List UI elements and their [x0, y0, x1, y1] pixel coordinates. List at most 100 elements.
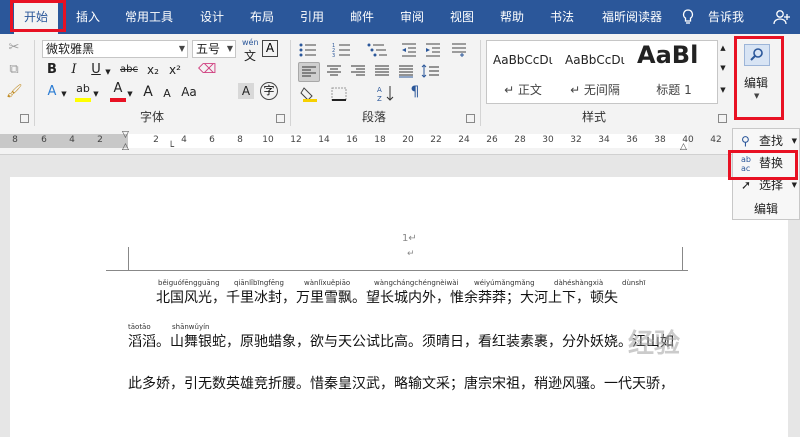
format-painter-icon[interactable]: 🖌	[6, 84, 23, 100]
document-line: 此多娇，引无数英雄竞折腰。惜秦皇汉武，略输文采；唐宗宋祖，稍逊风骚。一代天骄，	[128, 376, 674, 392]
group-separator	[290, 40, 291, 126]
shading-icon[interactable]	[300, 86, 322, 102]
justify-button[interactable]	[372, 62, 394, 82]
decrease-indent-icon[interactable]	[400, 42, 418, 58]
tab-foxit-reader[interactable]: 福昕阅读器	[594, 0, 670, 34]
menu-item-label: 替换	[759, 156, 784, 170]
highlight-color-bar	[75, 98, 91, 102]
sort-icon[interactable]: AZ	[376, 84, 398, 103]
phonetic-guide-button[interactable]: wén 文	[240, 38, 260, 63]
ribbon: ✂ ⧉ 🖌 微软雅黑 ▼ 五号 ▼ wén 文 A B I U ▼ abc x₂ x…	[0, 34, 800, 131]
distributed-button[interactable]	[396, 62, 418, 82]
tab-stop-marker[interactable]: └	[168, 142, 174, 153]
tab-home[interactable]: 开始	[14, 0, 58, 34]
font-color-bar	[110, 98, 126, 102]
tab-common-tools[interactable]: 常用工具	[118, 0, 180, 34]
borders-icon[interactable]	[330, 86, 352, 102]
chevron-down-icon[interactable]: ▼	[104, 64, 112, 80]
styles-dialog-launcher-icon[interactable]	[718, 114, 727, 123]
character-border-button[interactable]: A	[262, 40, 278, 57]
style-name-text: ↵ 无间隔	[570, 83, 620, 97]
italic-button[interactable]: I	[66, 62, 82, 78]
change-case-button[interactable]: Aa	[178, 84, 200, 100]
edit-dropdown-menu: ⚲ 查找 ▼ ab ac 替换 ➚ 选择 ▼ 编辑	[732, 128, 800, 220]
first-line-indent-marker[interactable]: ▽	[122, 130, 129, 140]
style-heading-1[interactable]: AaBl 标题 1	[631, 41, 717, 103]
right-indent-marker[interactable]: △	[680, 142, 687, 152]
line-spacing-icon[interactable]	[420, 62, 442, 82]
subscript-button[interactable]: x₂	[144, 62, 162, 78]
chevron-up-icon[interactable]: ▲	[718, 40, 728, 56]
menu-item-select[interactable]: ➚ 选择 ▼	[733, 175, 799, 195]
font-family-select[interactable]: 微软雅黑 ▼	[42, 40, 188, 58]
tab-view[interactable]: 视图	[440, 0, 484, 34]
gallery-expand-icon[interactable]: ▼	[718, 82, 728, 98]
paragraph-dialog-launcher-icon[interactable]	[466, 114, 475, 123]
font-dialog-launcher-icon[interactable]	[276, 114, 285, 123]
style-normal[interactable]: AaBbCcDι ↵ 正文	[487, 41, 559, 103]
font-color-button[interactable]: A	[110, 81, 126, 97]
menu-item-label: 查找	[759, 134, 784, 148]
cut-icon[interactable]: ✂	[6, 40, 22, 56]
document-page[interactable]: 1↵ ↵ běiguófēngguāng qiānlǐbīngfēng wànl…	[10, 177, 788, 437]
ruler-number: 32	[570, 135, 582, 145]
style-no-spacing[interactable]: AaBbCcDι ↵ 无间隔	[559, 41, 631, 103]
superscript-button[interactable]: x²	[166, 62, 184, 78]
chevron-down-icon[interactable]: ▼	[60, 86, 68, 102]
multilevel-list-icon[interactable]	[366, 42, 388, 58]
increase-indent-icon[interactable]	[424, 42, 442, 58]
clear-formatting-icon[interactable]: ⌫	[198, 62, 216, 78]
strikethrough-button[interactable]: abc	[118, 62, 140, 78]
tab-review[interactable]: 审阅	[390, 0, 434, 34]
ruler-number: 36	[626, 135, 638, 145]
tab-design[interactable]: 设计	[190, 0, 234, 34]
edit-menu-footer: 编辑	[753, 202, 778, 216]
shrink-font-button[interactable]: A	[160, 86, 174, 102]
ruby-annotation: běiguófēngguāng	[158, 279, 220, 287]
bold-button[interactable]: B	[44, 62, 60, 78]
svg-text:3: 3	[332, 53, 335, 58]
tab-insert[interactable]: 插入	[66, 0, 110, 34]
enclose-characters-button[interactable]: 字	[260, 82, 278, 100]
hanging-indent-marker[interactable]: △	[122, 142, 129, 152]
tab-references[interactable]: 引用	[290, 0, 334, 34]
tell-me-search[interactable]: 告诉我	[702, 0, 750, 34]
align-left-button[interactable]	[298, 62, 320, 82]
style-preview-text: AaBbCcDι	[565, 53, 625, 67]
ruler-number: 12	[290, 135, 302, 145]
tab-layout[interactable]: 布局	[240, 0, 284, 34]
chevron-down-icon[interactable]: ▼	[126, 86, 134, 102]
copy-icon[interactable]: ⧉	[6, 62, 22, 78]
ruler-number: 24	[458, 135, 470, 145]
tab-help[interactable]: 帮助	[490, 0, 534, 34]
edit-button[interactable]: 编辑 ▼	[738, 38, 780, 116]
ruler-number: 42	[710, 135, 722, 145]
tab-mailings[interactable]: 邮件	[340, 0, 384, 34]
align-center-button[interactable]	[324, 62, 346, 82]
chevron-down-icon[interactable]: ▼	[92, 86, 100, 102]
underline-button[interactable]: U	[88, 62, 104, 78]
document-area: 1↵ ↵ běiguófēngguāng qiānlǐbīngfēng wànl…	[0, 155, 800, 437]
text-effects-button[interactable]: A	[44, 84, 60, 100]
horizontal-ruler[interactable]: 8 6 4 2 2 4 6 8 10 12 14 16 18 20 22 24 26 28 30 32 34 36 38 40…	[0, 130, 800, 155]
ruler-number: 28	[514, 135, 526, 145]
bullets-icon[interactable]	[298, 42, 320, 58]
header-line	[106, 270, 688, 271]
phonetic-char-text: 文	[244, 49, 257, 63]
ruler-number: 4	[181, 135, 187, 145]
chevron-down-icon[interactable]: ▼	[718, 60, 728, 76]
menu-item-find[interactable]: ⚲ 查找 ▼	[733, 131, 799, 151]
share-person-icon[interactable]	[770, 0, 794, 34]
chinese-layout-icon[interactable]	[450, 42, 468, 58]
grow-font-button[interactable]: A	[140, 84, 156, 100]
show-formatting-marks-icon[interactable]: ¶	[406, 84, 424, 102]
clipboard-launcher-icon[interactable]	[20, 114, 29, 123]
tab-calligraphy[interactable]: 书法	[540, 0, 584, 34]
menu-item-replace[interactable]: ab ac 替换	[733, 153, 799, 173]
highlight-button[interactable]: ab	[74, 81, 92, 97]
numbering-icon[interactable]: 123	[332, 42, 354, 59]
ruby-annotation: wéiyúmǎngmǎng	[474, 279, 535, 287]
align-right-button[interactable]	[348, 62, 370, 82]
font-size-select[interactable]: 五号 ▼	[192, 40, 236, 58]
character-shading-button[interactable]: A	[238, 83, 254, 99]
